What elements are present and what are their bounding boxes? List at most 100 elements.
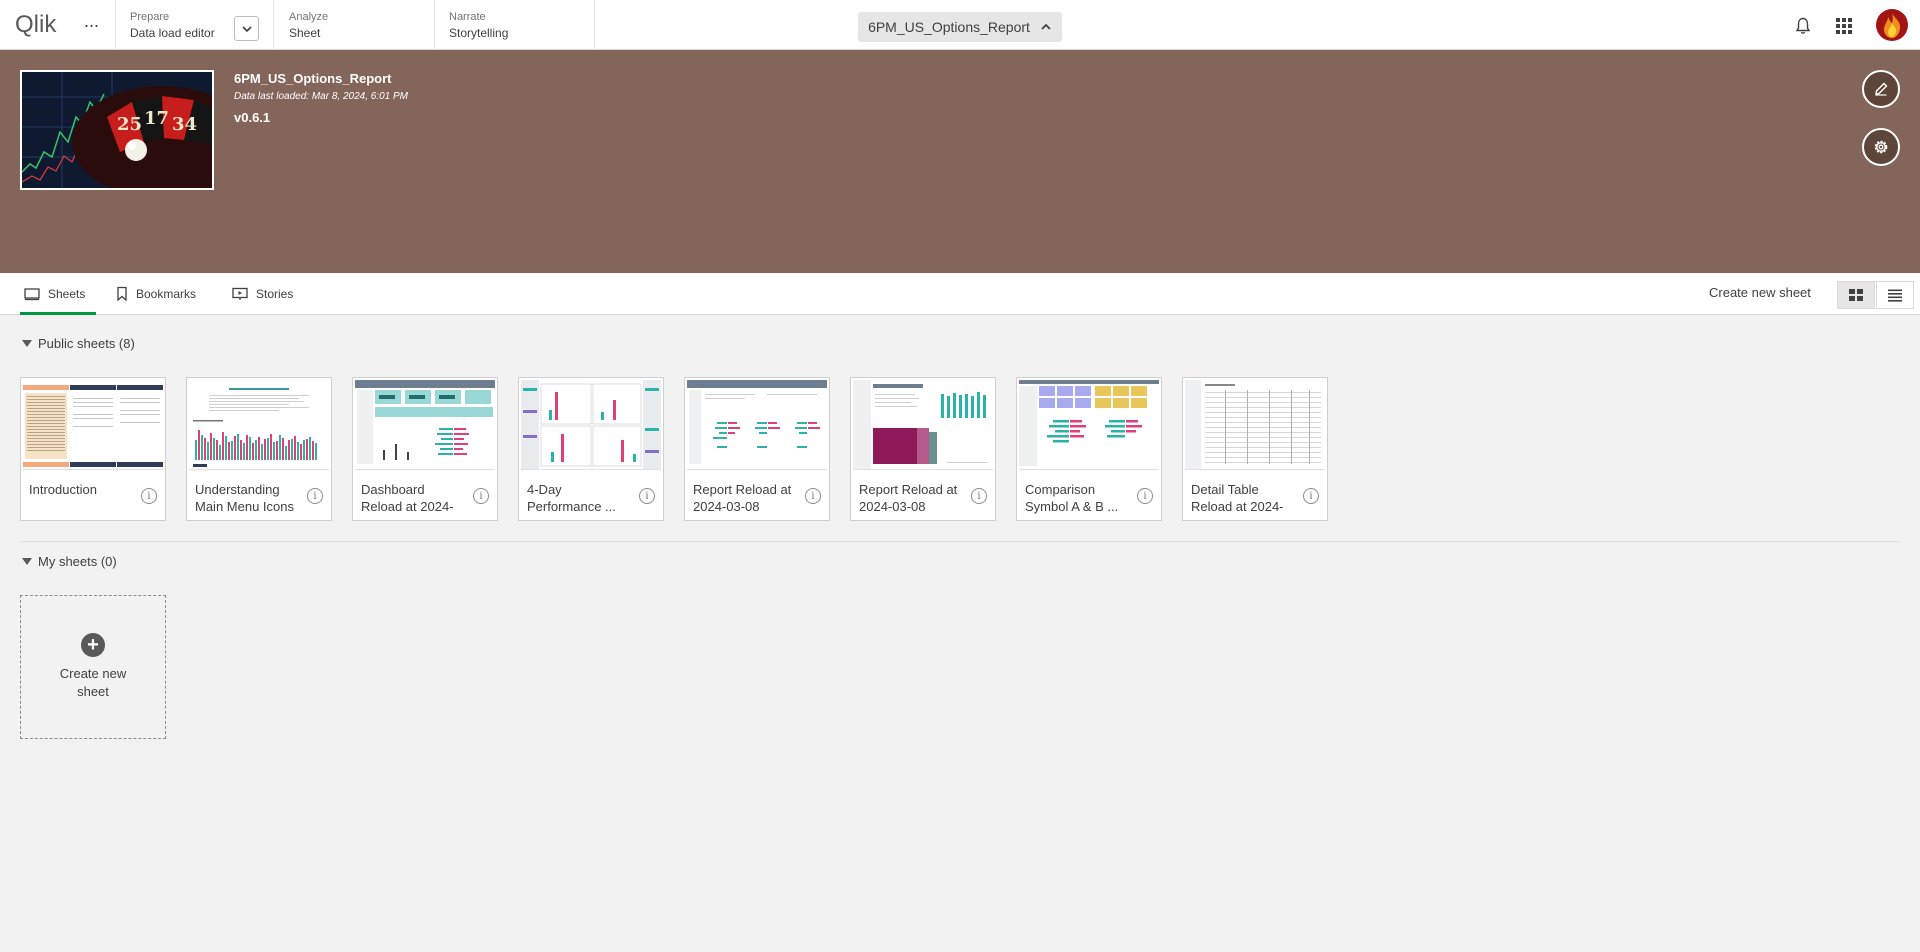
nav-divider [115,0,116,50]
sheet-thumbnail [687,380,827,470]
nav-prepare[interactable]: Prepare Data load editor [130,10,215,42]
app-settings-button[interactable] [1862,128,1900,166]
info-icon[interactable]: i [307,488,323,504]
sheet-thumbnail-image [23,385,163,467]
section-divider [20,541,1900,542]
tab-bookmarks-label: Bookmarks [136,287,197,301]
nav-analyze-label: Sheet [289,26,321,40]
tab-stories-label: Stories [256,287,294,301]
sheet-card[interactable]: Report Reload at 2024-03-08 6:01:... i [684,377,830,521]
info-icon[interactable]: i [1137,488,1153,504]
bookmark-icon [117,286,127,302]
sheet-card[interactable]: Comparison Symbol A & B ... i [1016,377,1162,521]
apps-grid-icon [1836,18,1852,34]
avatar[interactable] [1876,9,1908,41]
sheet-title: Dashboard Reload at 2024-03-08 ... [361,482,454,514]
create-new-sheet-label: Create new sheet [59,666,127,699]
sheet-title: Report Reload at 2024-03-08 6:01:... [693,482,792,514]
sheet-card[interactable]: 4-Day Performance ... i [518,377,664,521]
info-icon[interactable]: i [805,488,821,504]
sheet-thumbnail [23,380,163,470]
nav-analyze-kicker: Analyze [289,11,329,23]
chevron-up-icon [1041,23,1051,30]
svg-text:17: 17 [144,108,169,129]
logo-text: Qlik [15,11,57,38]
flame-icon [1884,13,1901,38]
info-icon[interactable]: i [639,488,655,504]
sheet-thumbnail-image [521,380,661,469]
svg-text:34: 34 [172,114,197,135]
pencil-icon [1875,82,1888,96]
sheet-thumbnail-image [853,380,987,469]
grid-view-icon [1849,289,1863,301]
sheet-card[interactable]: Understanding Main Menu Icons i [186,377,332,521]
sheet-thumbnail [853,380,993,470]
apps-menu-button[interactable] [1832,14,1856,38]
grid-view-button[interactable] [1837,281,1875,309]
nav-analyze[interactable]: Analyze Sheet [289,10,328,42]
sheet-title: Comparison Symbol A & B ... [1025,482,1119,514]
edit-app-button[interactable] [1862,70,1900,108]
plus-circle-icon: + [81,633,105,657]
app-title-text: 6PM_US_Options_Report [868,19,1030,35]
notifications-button[interactable] [1791,14,1815,38]
top-bar: Qlik ··· Prepare Data load editor Analyz… [0,0,1920,50]
chevron-down-icon [241,25,252,32]
sheet-thumbnail-image [1019,380,1159,466]
sheet-card[interactable]: Dashboard Reload at 2024-03-08 ... i [352,377,498,521]
tab-stories[interactable]: Stories [228,273,297,315]
sheet-title: Report Reload at 2024-03-08 6:01:... [859,482,958,514]
more-menu-button[interactable]: ··· [80,13,102,37]
nav-divider [434,0,435,50]
app-title-button[interactable]: 6PM_US_Options_Report [858,12,1062,42]
list-view-icon [1888,289,1902,302]
sheet-title: 4-Day Performance ... [527,482,616,514]
app-header-band: 25 17 34 6PM_US_Options_Report Data last… [0,50,1920,273]
app-info: 6PM_US_Options_Report Data last loaded: … [234,71,408,126]
nav-divider [594,0,595,50]
more-horizontal-icon: ··· [83,14,100,35]
create-new-sheet-button[interactable]: Create new sheet [1709,285,1811,300]
info-icon[interactable]: i [1303,488,1319,504]
sheet-thumbnail [1019,380,1159,470]
nav-divider [273,0,274,50]
tab-sheets[interactable]: Sheets [20,273,96,315]
create-new-sheet-card[interactable]: + Create new sheet [20,595,166,739]
data-last-loaded: Data last loaded: Mar 8, 2024, 6:01 PM [234,91,408,102]
tab-bookmarks[interactable]: Bookmarks [112,273,200,315]
sheet-card[interactable]: Report Reload at 2024-03-08 6:01:... i [850,377,996,521]
public-sheets-toggle[interactable]: Public sheets (8) [22,336,135,351]
my-sheets-toggle[interactable]: My sheets (0) [22,554,117,569]
my-sheets-heading: My sheets (0) [38,554,117,569]
sheet-thumbnail [355,380,495,470]
info-icon[interactable]: i [141,488,157,504]
app-version: v0.6.1 [234,110,271,125]
qlik-logo[interactable]: Qlik [15,11,56,39]
app-name: 6PM_US_Options_Report [234,71,392,86]
app-thumbnail: 25 17 34 [20,70,214,190]
sheet-thumbnail-image [193,388,317,467]
info-icon[interactable]: i [971,488,987,504]
caret-down-icon [22,558,32,565]
list-view-button[interactable] [1876,281,1914,309]
public-sheets-heading: Public sheets (8) [38,336,135,351]
nav-narrate-kicker: Narrate [449,11,486,23]
sheet-thumbnail [1185,380,1325,470]
sheet-card[interactable]: Detail Table Reload at 2024-0... i [1182,377,1328,521]
nav-narrate[interactable]: Narrate Storytelling [449,10,508,42]
nav-narrate-label: Storytelling [449,26,509,40]
bell-icon [1795,17,1811,34]
sheet-card[interactable]: Introduction i [20,377,166,521]
sheet-thumbnail [189,380,329,470]
sheet-title: Understanding Main Menu Icons [195,482,294,514]
sheet-icon [24,288,40,301]
sheet-thumbnail-image [687,380,827,464]
svg-text:25: 25 [117,114,142,135]
app-thumbnail-image: 25 17 34 [22,72,212,188]
prepare-dropdown-button[interactable] [234,16,259,41]
tab-bar: Sheets Bookmarks Stories Create new shee… [0,273,1920,315]
nav-prepare-label: Data load editor [130,26,215,40]
info-icon[interactable]: i [473,488,489,504]
sheet-thumbnail [521,380,661,470]
sheet-title: Introduction [29,482,97,497]
